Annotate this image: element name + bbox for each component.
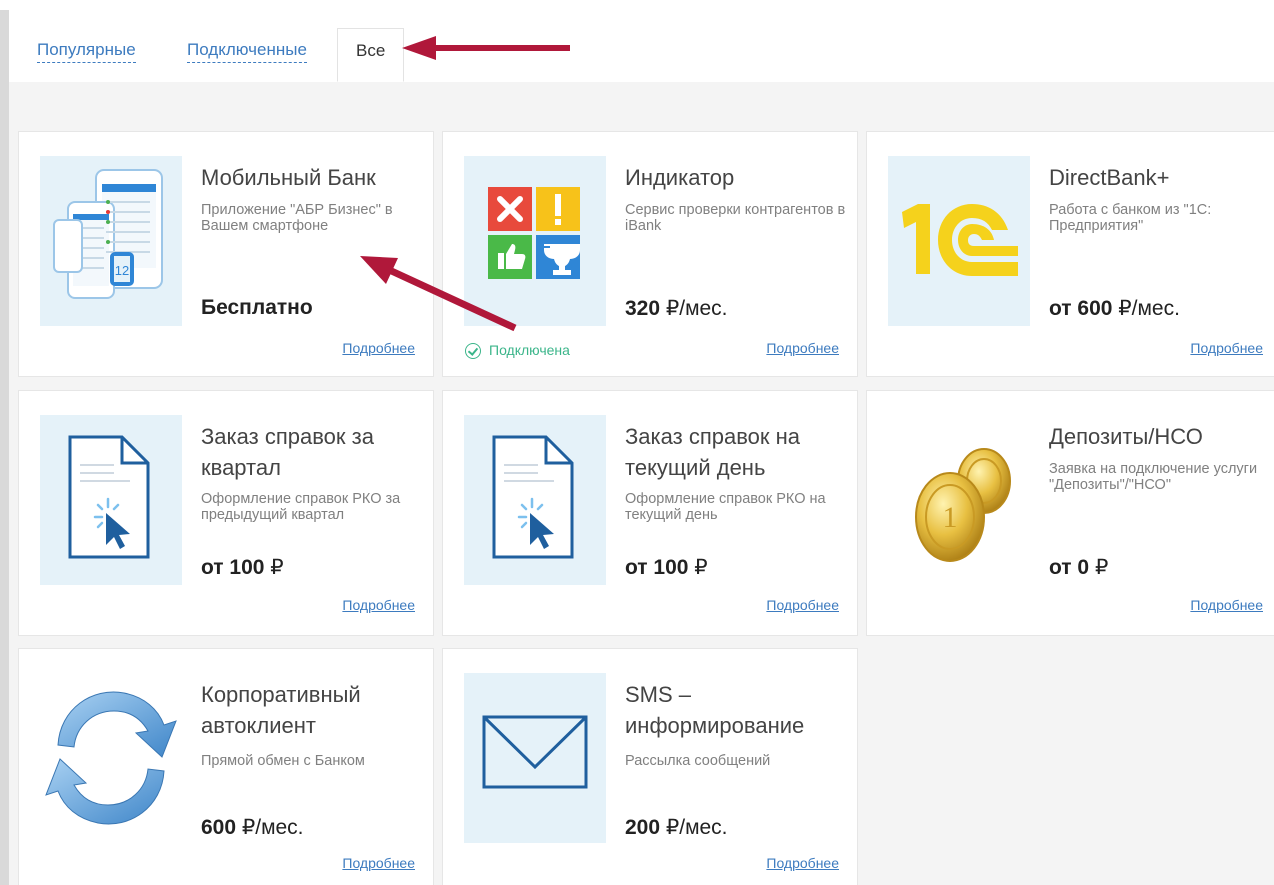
service-card-today-statements[interactable]: Заказ справок на текущий день Оформление… — [442, 390, 858, 636]
indicator-icon — [464, 156, 606, 326]
service-card-mobile-bank[interactable]: 12 Мобильный Банк Приложение "АБР Бизнес… — [18, 131, 434, 377]
check-circle-icon — [465, 343, 481, 360]
card-price: от 600 ₽/мес. — [1049, 296, 1180, 321]
card-description: Оформление справок РКО на текущий день — [625, 491, 826, 523]
card-price: от 100 ₽ — [201, 555, 284, 580]
card-price: 600 ₽/мес. — [201, 815, 304, 840]
card-title: Индикатор — [625, 165, 735, 190]
details-link[interactable]: Подробнее — [766, 597, 839, 613]
sync-arrows-icon — [40, 673, 182, 843]
details-link[interactable]: Подробнее — [342, 855, 415, 871]
card-title: Мобильный Банк — [201, 165, 376, 190]
tab-bar: Популярные Подключенные Все — [9, 10, 1274, 83]
document-click-icon — [40, 415, 182, 585]
card-title: Заказ справок на текущий день — [625, 424, 801, 480]
connected-label: Подключена — [489, 342, 570, 358]
card-description: Рассылка сообщений — [625, 753, 771, 769]
1c-logo-icon — [888, 156, 1030, 326]
price-unit: ₽/мес. — [1118, 297, 1180, 320]
service-card-deposits[interactable]: 1 Депозиты/НСО Заявка на подключение усл… — [866, 390, 1274, 636]
card-description: Работа с банком из "1С: Предприятия" — [1049, 202, 1212, 234]
price-unit: ₽/мес. — [665, 816, 728, 839]
price-unit: ₽/мес. — [241, 816, 304, 839]
price-unit: ₽ — [270, 556, 284, 579]
document-click-icon — [464, 415, 606, 585]
svg-text:12: 12 — [115, 263, 129, 278]
service-card-quarter-statements[interactable]: Заказ справок за квартал Оформление спра… — [18, 390, 434, 636]
service-card-sms[interactable]: SMS – информирование Рассылка сообщений … — [442, 648, 858, 885]
details-link[interactable]: Подробнее — [1190, 597, 1263, 613]
details-link[interactable]: Подробнее — [342, 597, 415, 613]
tab-all-label: Все — [356, 41, 386, 60]
price-amount: 600 — [201, 816, 242, 839]
price-unit: ₽/мес. — [665, 297, 728, 320]
card-price: от 100 ₽ — [625, 555, 708, 580]
price-amount: Бесплатно — [201, 296, 313, 319]
service-card-directbank[interactable]: DirectBank+ Работа с банком из "1С: Пред… — [866, 131, 1274, 377]
price-amount: от 600 — [1049, 297, 1119, 320]
envelope-icon — [464, 673, 606, 843]
coins-icon: 1 — [888, 415, 1030, 585]
mobile-app-icon: 12 — [40, 156, 182, 326]
card-price: от 0 ₽ — [1049, 555, 1108, 580]
price-amount: от 0 — [1049, 556, 1095, 579]
price-amount: 320 — [625, 297, 666, 320]
price-unit: ₽ — [694, 556, 708, 579]
price-amount: 200 — [625, 816, 666, 839]
card-description: Оформление справок РКО за предыдущий ква… — [201, 491, 401, 523]
tab-connected[interactable]: Подключенные — [187, 40, 307, 63]
card-title: SMS – информирование — [625, 682, 805, 738]
card-title: DirectBank+ — [1049, 165, 1170, 190]
card-description: Приложение "АБР Бизнес" в Вашем смартфон… — [201, 202, 393, 234]
card-price: Бесплатно — [201, 296, 313, 320]
card-price: 320 ₽/мес. — [625, 296, 728, 321]
card-description: Сервис проверки контрагентов в iBank — [625, 202, 846, 234]
details-link[interactable]: Подробнее — [766, 340, 839, 356]
card-description: Прямой обмен с Банком — [201, 753, 365, 769]
card-title: Депозиты/НСО — [1049, 424, 1203, 449]
svg-text:1: 1 — [943, 501, 958, 534]
card-title: Заказ справок за квартал — [201, 424, 374, 480]
tab-all[interactable]: Все — [337, 28, 405, 82]
details-link[interactable]: Подробнее — [1190, 340, 1263, 356]
tab-popular[interactable]: Популярные — [37, 40, 136, 63]
price-amount: от 100 — [201, 556, 271, 579]
card-title: Корпоративный автоклиент — [201, 682, 361, 738]
price-unit: ₽ — [1094, 556, 1109, 579]
connected-status: Подключена — [465, 342, 570, 360]
service-card-indicator[interactable]: Индикатор Сервис проверки контрагентов в… — [442, 131, 858, 377]
service-card-autoclient[interactable]: Корпоративный автоклиент Прямой обмен с … — [18, 648, 434, 885]
details-link[interactable]: Подробнее — [766, 855, 839, 871]
price-amount: от 100 — [625, 556, 695, 579]
card-price: 200 ₽/мес. — [625, 815, 728, 840]
details-link[interactable]: Подробнее — [342, 340, 415, 356]
card-description: Заявка на подключение услуги "Депозиты"/… — [1049, 461, 1258, 493]
